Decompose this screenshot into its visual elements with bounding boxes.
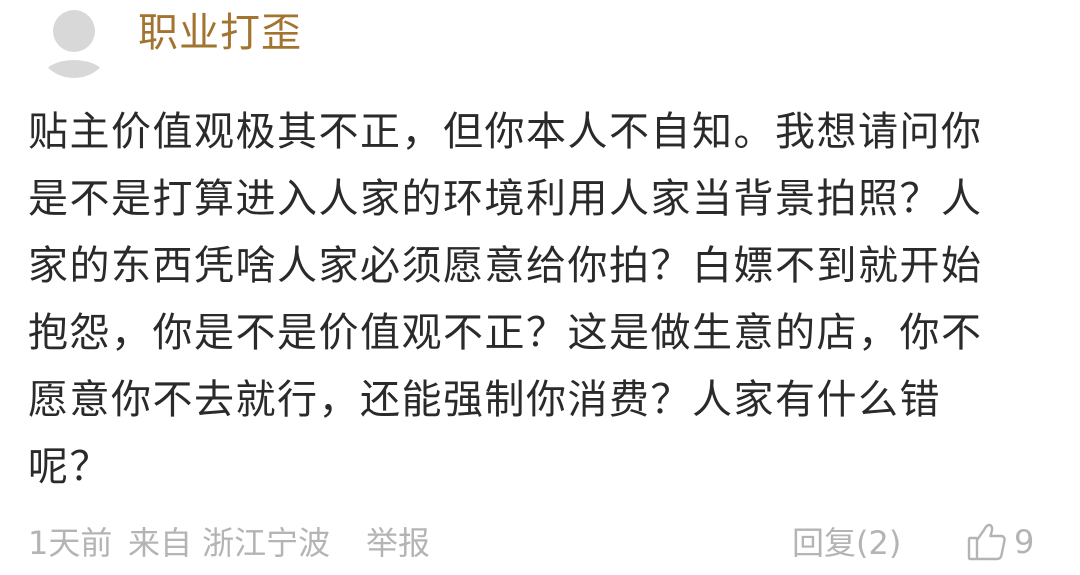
- like-button[interactable]: 9: [966, 517, 1034, 567]
- comment-card: 职业打歪 贴主价值观极其不正，但你本人不自知。我想请问你 是不是打算进入人家的环…: [0, 0, 1080, 575]
- thumbs-up-icon: [967, 523, 1006, 561]
- comment-time: 1天前: [28, 524, 113, 562]
- comment-text: 贴主价值观极其不正，但你本人不自知。我想请问你 是不是打算进入人家的环境利用人家…: [28, 109, 983, 490]
- like-count: 9: [1014, 523, 1035, 561]
- comment-location: 来自 浙江宁波: [128, 524, 331, 562]
- avatar[interactable]: [36, 2, 112, 78]
- default-avatar-icon: [36, 2, 112, 78]
- report-link[interactable]: 举报: [366, 521, 430, 565]
- reply-button[interactable]: 回复(2): [792, 521, 901, 565]
- username[interactable]: 职业打歪: [138, 6, 302, 60]
